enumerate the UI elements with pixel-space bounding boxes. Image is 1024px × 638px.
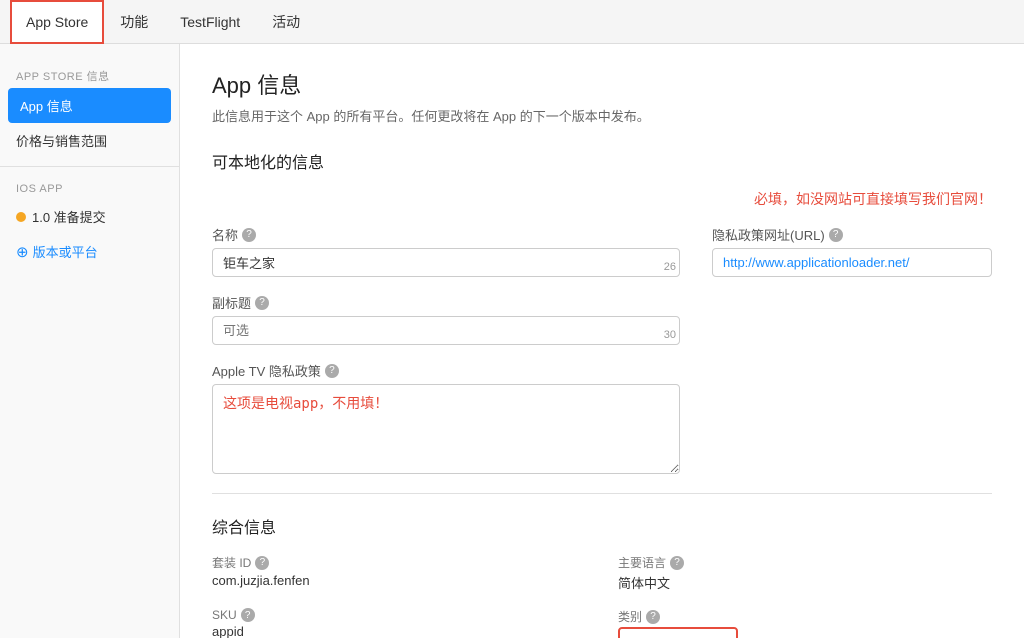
appletv-field-row: Apple TV 隐私政策 ? 这项是电视app，不用填！ [212,361,680,477]
required-note: 必填，如没网站可直接填写我们官网！ [212,189,992,209]
privacy-url-row: 隐私政策网址(URL) ? [712,225,992,277]
privacy-url-input[interactable] [712,248,992,277]
subtitle-help-icon[interactable]: ? [255,296,269,310]
sidebar-item-pricing[interactable]: 价格与销售范围 [0,123,179,158]
sku-label: SKU ? [212,608,586,622]
sidebar-section-appstore: APP STORE 信息 [0,60,179,88]
sidebar-add-platform[interactable]: ⊕ 版本或平台 [0,234,179,269]
sidebar-item-appinfo[interactable]: App 信息 [8,88,171,123]
sidebar-section-ios: IOS APP [0,175,179,199]
nav-features[interactable]: 功能 [104,0,164,44]
nav-appstore[interactable]: App Store [10,0,104,44]
name-help-icon[interactable]: ? [242,228,256,242]
appletv-label: Apple TV 隐私政策 ? [212,361,680,380]
bundle-id-label: 套装 ID ? [212,554,586,571]
summary-section-title: 综合信息 [212,493,992,538]
sidebar-item-ios-version[interactable]: 1.0 准备提交 [0,199,179,234]
localizable-section-title: 可本地化的信息 [212,149,992,173]
category-help-icon[interactable]: ? [646,610,660,624]
name-field-row: 名称 ? 26 [212,225,680,277]
status-dot-yellow [16,212,26,222]
category-label: 类别 ? [618,608,992,625]
plus-icon: ⊕ [16,243,29,261]
name-char-count: 26 [664,261,676,273]
top-nav: App Store 功能 TestFlight 活动 [0,0,1024,44]
sku-item: SKU ? appid [212,608,586,638]
subtitle-label: 副标题 ? [212,293,680,312]
nav-activity[interactable]: 活动 [256,0,316,44]
sidebar-divider [0,166,179,167]
page-title: App 信息 [212,68,992,100]
sidebar: APP STORE 信息 App 信息 价格与销售范围 IOS APP 1.0 … [0,44,180,638]
privacy-help-icon[interactable]: ? [829,228,843,242]
sku-help-icon[interactable]: ? [241,608,255,622]
name-label: 名称 ? [212,225,680,244]
bundle-id-value: com.juzjia.fenfen [212,573,586,588]
category-item: 类别 ? 购物 [618,608,992,638]
subtitle-input[interactable] [212,316,680,345]
appletv-textarea[interactable]: 这项是电视app，不用填！ [212,384,680,474]
subtitle-char-count: 30 [664,329,676,341]
bundle-id-help-icon[interactable]: ? [255,556,269,570]
main-content: App 信息 此信息用于这个 App 的所有平台。任何更改将在 App 的下一个… [180,44,1024,638]
privacy-url-label: 隐私政策网址(URL) ? [712,225,992,244]
category-value[interactable]: 购物 [618,627,738,638]
appletv-help-icon[interactable]: ? [325,364,339,378]
sku-value: appid [212,624,586,638]
primary-language-item: 主要语言 ? 简体中文 [618,554,992,592]
nav-testflight[interactable]: TestFlight [164,0,256,44]
subtitle-field-row: 副标题 ? 30 [212,293,680,345]
page-subtitle: 此信息用于这个 App 的所有平台。任何更改将在 App 的下一个版本中发布。 [212,106,992,125]
primary-language-value: 简体中文 [618,573,992,592]
primary-language-label: 主要语言 ? [618,554,992,571]
bundle-id-item: 套装 ID ? com.juzjia.fenfen [212,554,586,592]
summary-grid: 套装 ID ? com.juzjia.fenfen 主要语言 ? 简体中文 SK… [212,554,992,638]
name-input[interactable] [212,248,680,277]
primary-language-help-icon[interactable]: ? [670,556,684,570]
